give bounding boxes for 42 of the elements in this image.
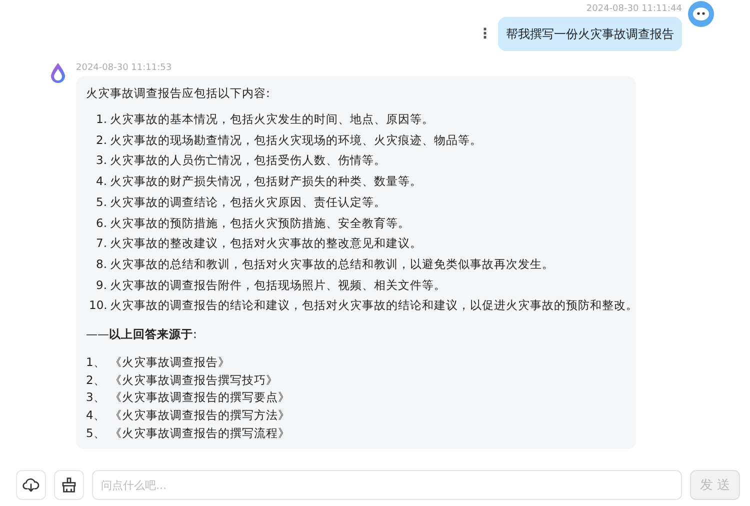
message-time: 2024-08-30 11:11:53: [76, 62, 173, 75]
source-title: 《火灾事故调查报告的撰写流程》: [110, 424, 290, 442]
message-input[interactable]: 问点什么吧...: [92, 470, 682, 500]
source-number: 2、: [86, 372, 106, 389]
source-number: 3、: [86, 389, 106, 406]
upload-button[interactable]: [16, 470, 46, 500]
list-number: 1.: [95, 111, 107, 128]
list-item-text: 火灾事故的调查报告附件，包括现场照片、视频、相关文件等。: [110, 276, 446, 294]
droplet-logo-icon: [50, 62, 66, 84]
source-title: 《火灾事故调查报告撰写技巧》: [110, 372, 278, 389]
list-item-text: 火灾事故的总结和教训，包括对火灾事故的总结和教训，以避免类似事故再次发生。: [110, 256, 554, 273]
list-item-text: 火灾事故的预防措施，包括火灾预防措施、安全教育等。: [110, 214, 410, 232]
list-item-text: 火灾事故的财产损失情况，包括财产损失的种类、数量等。: [110, 173, 422, 190]
list-number: 8.: [95, 256, 107, 273]
intro-text: 火灾事故调查报告应包括以下内容:: [86, 85, 270, 102]
list-number: 3.: [95, 152, 107, 170]
user-message: 帮我撰写一份火灾事故调查报告: [498, 17, 682, 51]
source-number: 5、: [86, 424, 106, 442]
source-number: 1、: [86, 354, 106, 372]
list-item-text: 火灾事故的现场勘查情况，包括火灾现场的环境、火灾痕迹、物品等。: [110, 132, 482, 149]
more-icon[interactable]: ⋮: [478, 26, 492, 42]
list-number: 4.: [95, 173, 107, 190]
list-number: 10.: [89, 297, 107, 314]
source-number: 4、: [86, 407, 106, 424]
cloud-download-icon: [22, 476, 40, 494]
source-title: 《火灾事故调查报告的撰写要点》: [110, 389, 290, 406]
source-title: 《火灾事故调查报告》: [110, 354, 230, 372]
list-item-text: 火灾事故的整改建议，包括对火灾事故的整改意见和建议。: [110, 235, 422, 252]
source-title: 《火灾事故调查报告的撰写方法》: [110, 407, 290, 424]
sources-heading: ——以上回答来源于:: [86, 326, 197, 344]
list-number: 5.: [95, 194, 107, 211]
list-number: 7.: [95, 235, 107, 252]
list-number: 6.: [95, 214, 107, 232]
list-number: 2.: [95, 132, 107, 149]
broom-icon: [60, 476, 78, 494]
list-item-text: 火灾事故的人员伤亡情况，包括受伤人数、伤情等。: [110, 152, 386, 170]
list-item-text: 火灾事故的调查报告的结论和建议，包括对火灾事故的结论和建议，以促进火灾事故的预防和整改。: [110, 297, 638, 314]
list-number: 9.: [95, 276, 107, 294]
message-time: 2024-08-30 11:11:44: [586, 3, 682, 16]
clear-button[interactable]: [54, 470, 84, 500]
list-item-text: 火灾事故的基本情况，包括火灾发生的时间、地点、原因等。: [110, 111, 434, 128]
list-item-text: 火灾事故的调查结论，包括火灾原因、责任认定等。: [110, 194, 386, 211]
